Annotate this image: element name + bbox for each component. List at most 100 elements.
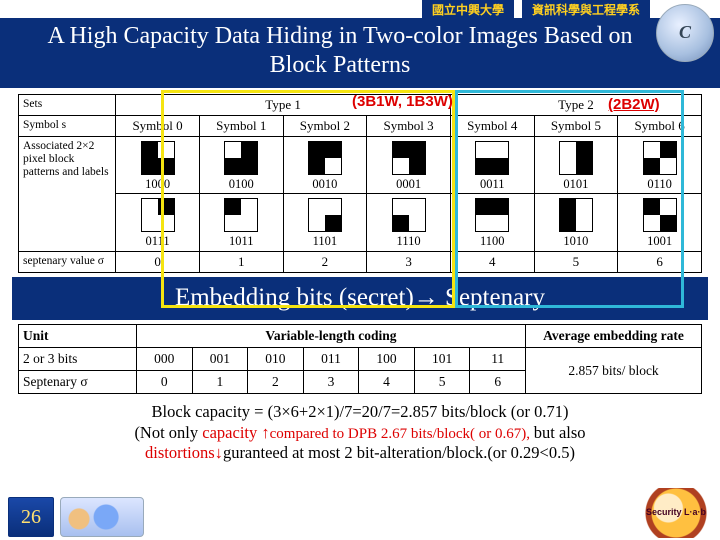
row-header-sept: septenary value σ bbox=[19, 252, 116, 273]
page-number: 26 bbox=[8, 497, 54, 537]
pattern-label: 1101 bbox=[313, 235, 338, 249]
symbol-label: Symbol 1 bbox=[199, 115, 283, 136]
block-pattern-icon bbox=[308, 141, 342, 175]
section-banner: Embedding bits (secret)→ Septenary bbox=[12, 277, 708, 320]
vlc-code: 100 bbox=[359, 348, 415, 371]
pattern-label: 0111 bbox=[146, 235, 170, 249]
university-logo: C bbox=[656, 4, 714, 62]
pattern-label: 0010 bbox=[312, 178, 337, 192]
footer-art-icon bbox=[60, 497, 144, 537]
sept-val: 0 bbox=[116, 252, 200, 273]
vlc-code: 000 bbox=[137, 348, 193, 371]
pattern-cell: 0110 bbox=[618, 136, 702, 194]
capacity-up: capacity ↑ bbox=[202, 423, 269, 442]
distortions-down: distortions↓ bbox=[145, 443, 223, 462]
pattern-label: 0011 bbox=[480, 178, 505, 192]
banner-text-b: Septenary bbox=[439, 284, 545, 311]
vlc-code: 101 bbox=[414, 348, 470, 371]
pattern-label: 1100 bbox=[480, 235, 505, 249]
table-row: Associated 2×2 pixel block patterns and … bbox=[19, 136, 702, 194]
vlc-sept: 4 bbox=[359, 371, 415, 394]
block-pattern-icon bbox=[475, 141, 509, 175]
logo-letter: C bbox=[679, 22, 691, 44]
block-pattern-icon bbox=[224, 198, 258, 232]
pattern-label: 1001 bbox=[647, 235, 672, 249]
pattern-cell: 1010 bbox=[534, 194, 618, 252]
vlc-code: 011 bbox=[303, 348, 359, 371]
pattern-label: 0100 bbox=[229, 178, 254, 192]
block-pattern-icon bbox=[559, 198, 593, 232]
block-pattern-icon bbox=[224, 141, 258, 175]
row-header-symbol: Symbol s bbox=[19, 115, 116, 136]
pattern-label: 0001 bbox=[396, 178, 421, 192]
pattern-cell: 1001 bbox=[618, 194, 702, 252]
pattern-cell: 1011 bbox=[199, 194, 283, 252]
department-label: 資訊科學與工程學系 bbox=[522, 0, 650, 19]
sept-val: 6 bbox=[618, 252, 702, 273]
block-pattern-icon bbox=[559, 141, 593, 175]
type2-header: Type 2 bbox=[450, 94, 701, 115]
vlc-code: 001 bbox=[192, 348, 248, 371]
header-strip: 國立中興大學 資訊科學與工程學系 bbox=[0, 0, 720, 18]
block-pattern-icon bbox=[643, 141, 677, 175]
symbol-label: Symbol 2 bbox=[283, 115, 367, 136]
security-lab-logo: Security L·a·b bbox=[638, 488, 714, 538]
pattern-cell: 0111 bbox=[116, 194, 200, 252]
vlc-table-area: Unit Variable-length coding Average embe… bbox=[18, 324, 702, 394]
symbol-label: Symbol 0 bbox=[116, 115, 200, 136]
pattern-label: 1000 bbox=[145, 178, 170, 192]
table-row: 2 or 3 bits 000 001 010 011 100 101 11 2… bbox=[19, 348, 702, 371]
pattern-label: 1011 bbox=[229, 235, 254, 249]
table-row: Symbol s Symbol 0 Symbol 1 Symbol 2 Symb… bbox=[19, 115, 702, 136]
sept-val: 2 bbox=[283, 252, 367, 273]
vlc-sept: 3 bbox=[303, 371, 359, 394]
symbol-label: Symbol 6 bbox=[618, 115, 702, 136]
symbol-label: Symbol 4 bbox=[450, 115, 534, 136]
pattern-label: 0110 bbox=[647, 178, 672, 192]
explain-line-1: Block capacity = (3×6+2×1)/7=20/7=2.857 … bbox=[30, 402, 690, 423]
pattern-label: 1010 bbox=[563, 235, 588, 249]
vlc-sept: 5 bbox=[414, 371, 470, 394]
pattern-cell: 1000 bbox=[116, 136, 200, 194]
vlc-header-unit: Unit bbox=[19, 325, 137, 348]
block-pattern-icon bbox=[392, 198, 426, 232]
footer: 26 bbox=[0, 494, 720, 540]
explanation-text: Block capacity = (3×6+2×1)/7=20/7=2.857 … bbox=[30, 402, 690, 464]
pattern-table: Sets Type 1 Type 2 Symbol s Symbol 0 Sym… bbox=[18, 94, 702, 274]
vlc-table: Unit Variable-length coding Average embe… bbox=[18, 324, 702, 394]
pattern-cell: 1100 bbox=[450, 194, 534, 252]
sept-val: 5 bbox=[534, 252, 618, 273]
title-bar: A High Capacity Data Hiding in Two-color… bbox=[0, 18, 720, 88]
explain-line-2: (Not only capacity ↑compared to DPB 2.67… bbox=[30, 423, 690, 444]
table-row: Unit Variable-length coding Average embe… bbox=[19, 325, 702, 348]
vlc-sept: 6 bbox=[470, 371, 526, 394]
explain-line-3: distortions↓guranteed at most 2 bit-alte… bbox=[30, 443, 690, 464]
sept-val: 4 bbox=[450, 252, 534, 273]
pattern-table-area: (3B1W, 1B3W) (2B2W) Sets Type 1 Type 2 S… bbox=[18, 94, 702, 274]
pattern-cell: 1101 bbox=[283, 194, 367, 252]
arrow-icon: → bbox=[414, 283, 439, 311]
block-pattern-icon bbox=[392, 141, 426, 175]
row-header-sets: Sets bbox=[19, 94, 116, 115]
annotation-type1: (3B1W, 1B3W) bbox=[352, 93, 453, 110]
symbol-label: Symbol 3 bbox=[367, 115, 451, 136]
table-row: septenary value σ 0 1 2 3 4 5 6 bbox=[19, 252, 702, 273]
vlc-code: 11 bbox=[470, 348, 526, 371]
block-pattern-icon bbox=[308, 198, 342, 232]
symbol-label: Symbol 5 bbox=[534, 115, 618, 136]
university-label: 國立中興大學 bbox=[422, 0, 514, 19]
sept-val: 3 bbox=[367, 252, 451, 273]
pattern-cell: 0011 bbox=[450, 136, 534, 194]
compared-note: compared to DPB 2.67 bits/block( or 0.67… bbox=[270, 426, 534, 442]
pattern-label: 0101 bbox=[563, 178, 588, 192]
block-pattern-icon bbox=[141, 198, 175, 232]
vlc-sept: 2 bbox=[248, 371, 304, 394]
vlc-header-rate: Average embedding rate bbox=[526, 325, 702, 348]
vlc-sept-label: Septenary σ bbox=[19, 371, 137, 394]
banner-text-a: Embedding bits (secret) bbox=[175, 284, 414, 311]
sept-val: 1 bbox=[199, 252, 283, 273]
pattern-cell: 0001 bbox=[367, 136, 451, 194]
slide-title: A High Capacity Data Hiding in Two-color… bbox=[47, 23, 632, 78]
table-row: 0111 1011 1101 1110 1100 1010 1001 bbox=[19, 194, 702, 252]
vlc-rate-val: 2.857 bits/ block bbox=[526, 348, 702, 394]
